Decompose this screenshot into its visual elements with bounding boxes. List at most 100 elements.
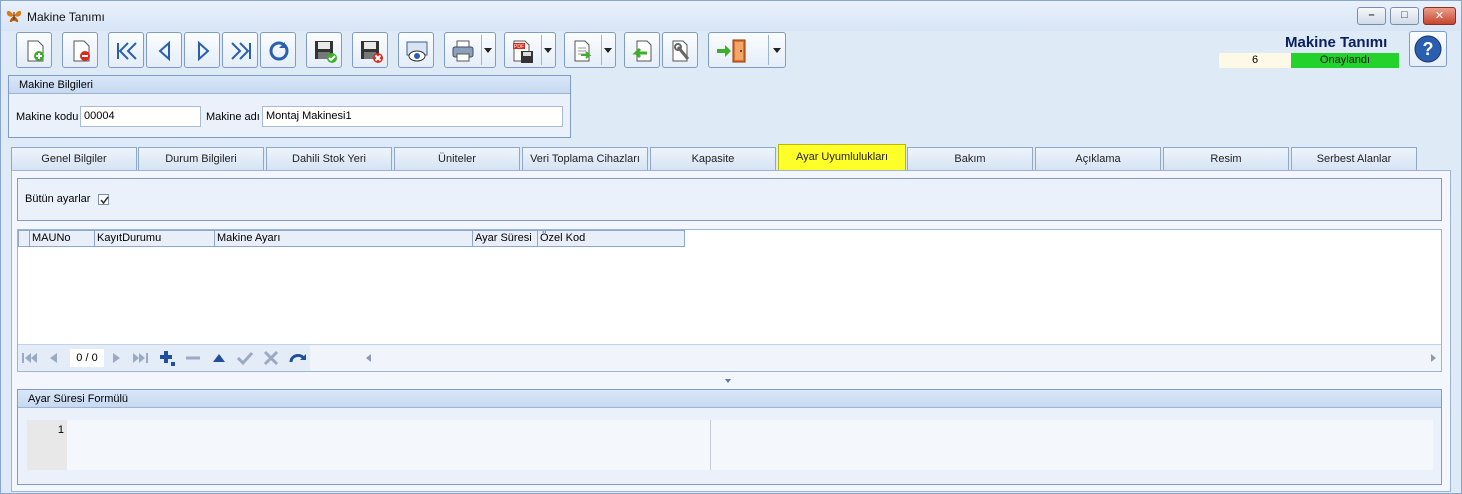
col-header-kayit-durumu[interactable]: KayıtDurumu — [95, 231, 215, 246]
splitter-handle-icon[interactable] — [724, 378, 732, 384]
new-button[interactable] — [16, 32, 52, 68]
page-title: Makine Tanımı — [1285, 34, 1388, 51]
machine-info-group: Makine Bilgileri Makine kodu 00004 Makin… — [8, 75, 571, 138]
status-badge: Onaylandı — [1291, 53, 1399, 68]
export-button[interactable] — [564, 32, 616, 68]
title-bar: Makine Tanımı – □ ✕ — [1, 1, 1461, 31]
machine-name-label: Makine adı — [206, 111, 260, 123]
tools-icon — [672, 40, 690, 62]
window-title: Makine Tanımı — [27, 10, 105, 24]
close-button[interactable]: ✕ — [1423, 7, 1456, 25]
editor-divider — [710, 420, 711, 470]
refresh-icon — [269, 41, 289, 61]
first-record-icon — [117, 42, 137, 60]
save-cancel-button[interactable] — [352, 32, 388, 68]
print-icon — [452, 40, 474, 62]
col-header-makine-ayari[interactable]: Makine Ayarı — [215, 231, 473, 246]
last-record-icon — [231, 42, 251, 60]
tab-uniteler[interactable]: Üniteler — [394, 147, 520, 170]
grid-navigator: 0 / 0 — [18, 344, 1441, 371]
delete-button[interactable] — [62, 32, 98, 68]
line-number-gutter: 1 — [27, 420, 67, 470]
delete-record-icon[interactable] — [184, 350, 202, 366]
help-button[interactable]: ? — [1409, 31, 1447, 67]
refresh-button[interactable] — [260, 32, 296, 68]
svg-text:?: ? — [1423, 39, 1434, 59]
formula-group: Ayar Süresi Formülü 1 — [17, 389, 1442, 485]
minimize-button[interactable]: – — [1357, 7, 1386, 25]
scroll-left-icon[interactable] — [365, 353, 373, 363]
record-counter: 6 — [1219, 53, 1291, 68]
grid-header: MAUNo KayıtDurumu Makine Ayarı Ayar Süre… — [18, 230, 685, 247]
machine-name-field[interactable]: Montaj Makinesi1 — [262, 106, 563, 127]
refresh-icon[interactable] — [288, 350, 308, 366]
chevron-down-icon — [604, 48, 612, 53]
tab-bakim[interactable]: Bakım — [907, 147, 1033, 170]
tab-ayar-uyumluluklari[interactable]: Ayar Uyumlulukları — [778, 144, 906, 170]
post-edit-icon[interactable] — [236, 350, 254, 366]
checkmark-icon — [100, 196, 109, 205]
machine-info-title: Makine Bilgileri — [9, 76, 570, 94]
import-button[interactable] — [624, 32, 660, 68]
chevron-down-icon — [773, 48, 781, 53]
grid-indicator-header — [19, 231, 30, 246]
formula-title: Ayar Süresi Formülü — [18, 390, 1441, 408]
tab-kapasite[interactable]: Kapasite — [650, 147, 776, 170]
first-record-icon[interactable] — [21, 350, 39, 366]
previous-record-icon[interactable] — [47, 350, 59, 366]
all-settings-label: Bütün ayarlar — [25, 193, 91, 205]
svg-text:PDF: PDF — [514, 44, 524, 50]
next-record-button[interactable] — [184, 32, 220, 68]
all-settings-checkbox[interactable] — [98, 194, 109, 205]
app-window: Makine Tanımı – □ ✕ PDF Makine Tanımı 6 … — [0, 0, 1462, 494]
last-record-button[interactable] — [222, 32, 258, 68]
tab-serbest-alanlar[interactable]: Serbest Alanlar — [1291, 147, 1417, 170]
scroll-right-icon[interactable] — [1429, 353, 1437, 363]
machine-code-label: Makine kodu — [16, 111, 79, 123]
butterfly-icon — [6, 10, 22, 22]
tab-genel-bilgiler[interactable]: Genel Bilgiler — [11, 147, 137, 170]
tools-button[interactable] — [662, 32, 698, 68]
import-icon — [632, 40, 652, 62]
pdf-export-icon: PDF — [513, 40, 533, 63]
tab-durum-bilgileri[interactable]: Durum Bilgileri — [138, 147, 264, 170]
exit-button[interactable] — [708, 32, 786, 68]
record-position: 0 / 0 — [70, 349, 104, 367]
save-button[interactable] — [306, 32, 342, 68]
export-icon — [574, 40, 592, 62]
help-icon: ? — [1414, 35, 1442, 63]
delete-icon — [73, 40, 90, 62]
col-header-ozel-kod[interactable]: Özel Kod — [538, 231, 684, 246]
tab-resim[interactable]: Resim — [1163, 147, 1289, 170]
horizontal-scrollbar[interactable] — [310, 345, 1441, 371]
exit-icon — [717, 39, 746, 63]
line-number: 1 — [57, 424, 64, 436]
tab-veri-toplama-cihazlari[interactable]: Veri Toplama Cihazları — [522, 147, 648, 170]
tab-aciklama[interactable]: Açıklama — [1035, 147, 1161, 170]
previous-record-icon — [158, 40, 170, 62]
cancel-edit-icon[interactable] — [262, 350, 280, 366]
chevron-down-icon — [484, 48, 492, 53]
preview-button[interactable] — [398, 32, 434, 68]
first-record-button[interactable] — [108, 32, 144, 68]
add-record-icon[interactable] — [158, 349, 176, 367]
maximize-button[interactable]: □ — [1390, 7, 1419, 25]
chevron-down-icon — [544, 48, 552, 53]
previous-record-button[interactable] — [146, 32, 182, 68]
save-icon — [315, 41, 337, 63]
last-record-icon[interactable] — [131, 350, 149, 366]
next-record-icon[interactable] — [110, 350, 122, 366]
pdf-export-button[interactable]: PDF — [504, 32, 556, 68]
machine-code-field[interactable]: 00004 — [80, 106, 201, 127]
next-record-icon — [198, 40, 210, 62]
col-header-maun[interactable]: MAUNo — [30, 231, 95, 246]
print-button[interactable] — [444, 32, 496, 68]
tab-dahili-stok-yeri[interactable]: Dahili Stok Yeri — [266, 147, 392, 170]
formula-editor[interactable] — [67, 420, 1433, 470]
edit-record-icon[interactable] — [211, 350, 227, 366]
save-cancel-icon — [361, 41, 383, 63]
col-header-ayar-suresi[interactable]: Ayar Süresi — [473, 231, 538, 246]
preview-icon — [406, 41, 428, 62]
settings-filter: Bütün ayarlar — [17, 178, 1442, 221]
new-icon — [27, 40, 44, 62]
